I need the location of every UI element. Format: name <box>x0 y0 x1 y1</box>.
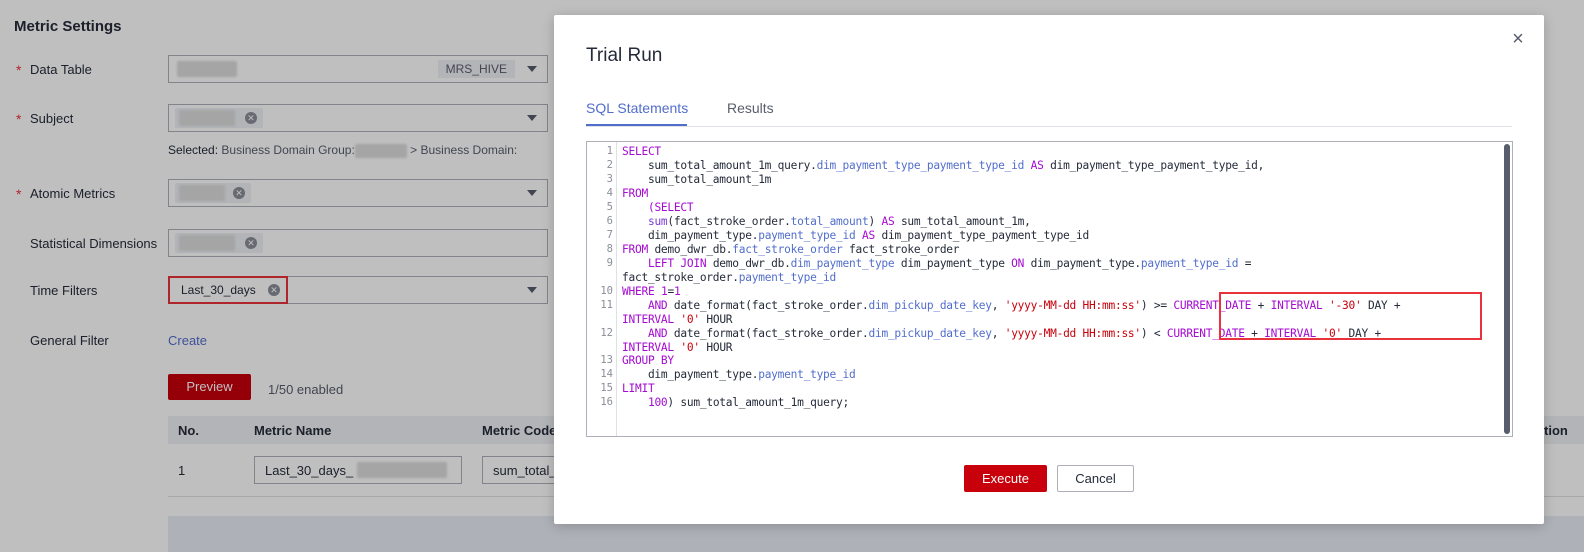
code-line: GROUP BY <box>622 354 674 367</box>
sql-token: SELECT <box>622 145 661 158</box>
code-line: sum(fact_stroke_order.total_amount) AS s… <box>647 215 1031 228</box>
sql-token: GROUP BY <box>622 354 674 367</box>
sql-token: 1 <box>660 285 668 298</box>
sql-token: payment_type_id <box>1140 257 1239 270</box>
line-number: 1 <box>606 145 613 157</box>
sql-token: payment_type_id <box>758 229 856 242</box>
line-number: 2 <box>606 159 613 171</box>
sql-token: LIMIT <box>622 382 655 395</box>
sql-token: LEFT JOIN <box>647 257 707 270</box>
sql-token: dim_pickup_date_key <box>868 327 992 340</box>
sql-token: 100 <box>647 396 668 409</box>
line-number: 15 <box>600 382 613 394</box>
sql-token: AND <box>647 299 668 312</box>
dialog-title: Trial Run <box>586 45 663 66</box>
line-number: 11 <box>600 299 613 311</box>
active-tab-indicator <box>586 124 687 126</box>
highlight-box <box>1219 292 1482 340</box>
code-line: FROM demo_dwr_db.fact_stroke_order fact_… <box>622 243 960 256</box>
sql-token: total_amount <box>790 215 869 228</box>
execute-button[interactable]: Execute <box>964 465 1047 492</box>
sql-token: AS <box>862 229 875 242</box>
sql-token: FROM <box>622 243 648 256</box>
line-number: 7 <box>606 229 613 241</box>
sql-token: (SELECT <box>647 201 694 214</box>
line-number-gutter: 1 2 3 4 5 6 7 8 9 10 11 12 13 14 15 16 <box>587 142 617 436</box>
sql-token: '0' <box>680 313 700 326</box>
sql-token: 'yyyy-MM-dd HH:mm:ss' <box>1004 327 1141 340</box>
close-icon[interactable]: × <box>1510 29 1526 49</box>
sql-token: ON <box>1011 257 1025 270</box>
vertical-scrollbar[interactable] <box>1504 144 1510 434</box>
sql-token: INTERVAL <box>622 341 674 354</box>
code-line: sum_total_amount_1m <box>622 173 772 186</box>
line-number: 10 <box>600 285 613 297</box>
line-number: 3 <box>606 173 613 185</box>
sql-token: AND <box>647 327 668 340</box>
code-line: SELECT <box>622 145 661 158</box>
code-line: sum_total_amount_1m_query.dim_payment_ty… <box>622 159 1265 172</box>
sql-code-editor[interactable]: 1 2 3 4 5 6 7 8 9 10 11 12 13 14 15 16 S… <box>586 141 1513 437</box>
code-line: fact_stroke_order.payment_type_id <box>622 271 837 284</box>
sql-token: dim_payment_type <box>790 257 895 270</box>
cancel-button[interactable]: Cancel <box>1057 465 1134 492</box>
line-number: 6 <box>606 215 613 227</box>
line-number: 13 <box>600 354 613 366</box>
trial-run-dialog: Trial Run × SQL Statements Results 1 2 3… <box>554 15 1544 524</box>
sql-token: payment_type_id <box>738 271 837 284</box>
sql-token: dim_payment_type_payment_type_id <box>816 159 1025 172</box>
code-line: LEFT JOIN demo_dwr_db.dim_payment_type d… <box>647 257 1252 270</box>
line-number: 12 <box>600 327 613 339</box>
tab-divider <box>586 126 1512 127</box>
sql-token: FROM <box>622 187 648 200</box>
sql-token: AS <box>1030 159 1044 172</box>
sql-token: fact_stroke_order <box>732 243 843 256</box>
line-number: 14 <box>600 368 613 380</box>
line-number: 5 <box>606 201 613 213</box>
sql-token: dim_pickup_date_key <box>868 299 992 312</box>
sql-token: sum <box>647 215 668 228</box>
code-line: dim_payment_type.payment_type_id AS dim_… <box>622 229 1090 242</box>
line-number: 8 <box>606 243 613 255</box>
code-line: INTERVAL '0' HOUR <box>622 341 733 354</box>
sql-token: AS <box>881 215 895 228</box>
code-line: WHERE 1=1 <box>622 285 681 298</box>
code-line: FROM <box>622 187 648 200</box>
tab-sql-statements[interactable]: SQL Statements <box>586 100 688 116</box>
code-line: (SELECT <box>622 201 694 214</box>
code-line: 100) sum_total_amount_1m_query; <box>647 396 850 409</box>
line-number: 4 <box>606 187 613 199</box>
sql-token: INTERVAL <box>622 313 674 326</box>
sql-token: '0' <box>680 341 700 354</box>
code-line: LIMIT <box>622 382 655 395</box>
line-number: 16 <box>600 396 613 408</box>
tab-results[interactable]: Results <box>727 100 774 116</box>
sql-token: payment_type_id <box>758 368 856 381</box>
code-line: dim_payment_type.payment_type_id <box>622 368 856 381</box>
code-line: INTERVAL '0' HOUR <box>622 313 733 326</box>
sql-token: WHERE <box>622 285 655 298</box>
sql-token: 1 <box>673 285 681 298</box>
line-number: 9 <box>606 257 613 269</box>
sql-token: 'yyyy-MM-dd HH:mm:ss' <box>1004 299 1141 312</box>
